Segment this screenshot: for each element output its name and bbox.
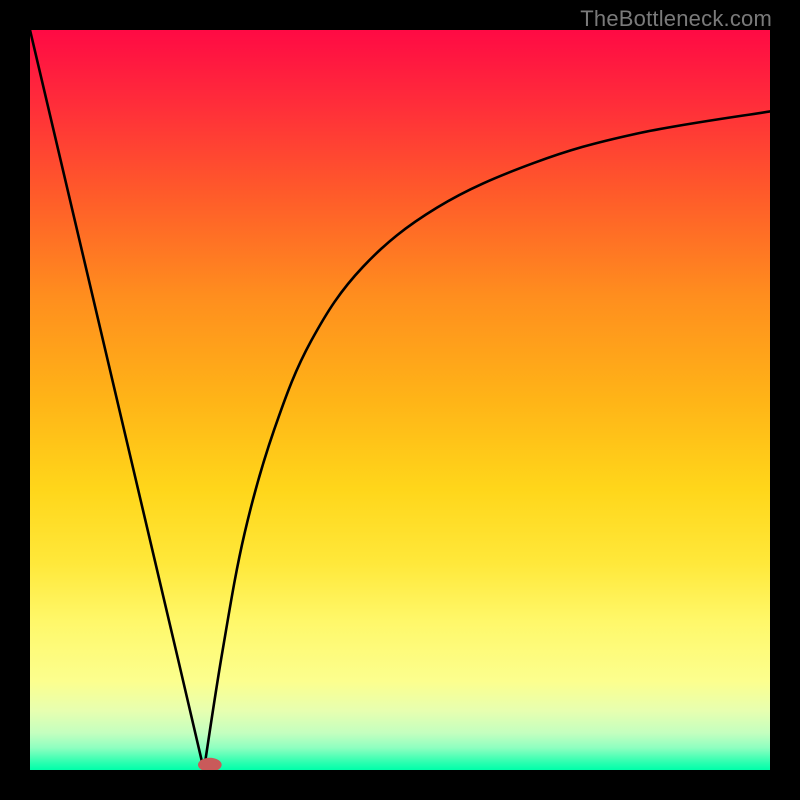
curve-layer bbox=[30, 30, 770, 770]
curve-right-branch bbox=[204, 111, 770, 770]
attribution-text: TheBottleneck.com bbox=[580, 6, 772, 32]
chart-frame: TheBottleneck.com bbox=[0, 0, 800, 800]
curve-left-branch bbox=[30, 30, 204, 770]
plot-area bbox=[30, 30, 770, 770]
